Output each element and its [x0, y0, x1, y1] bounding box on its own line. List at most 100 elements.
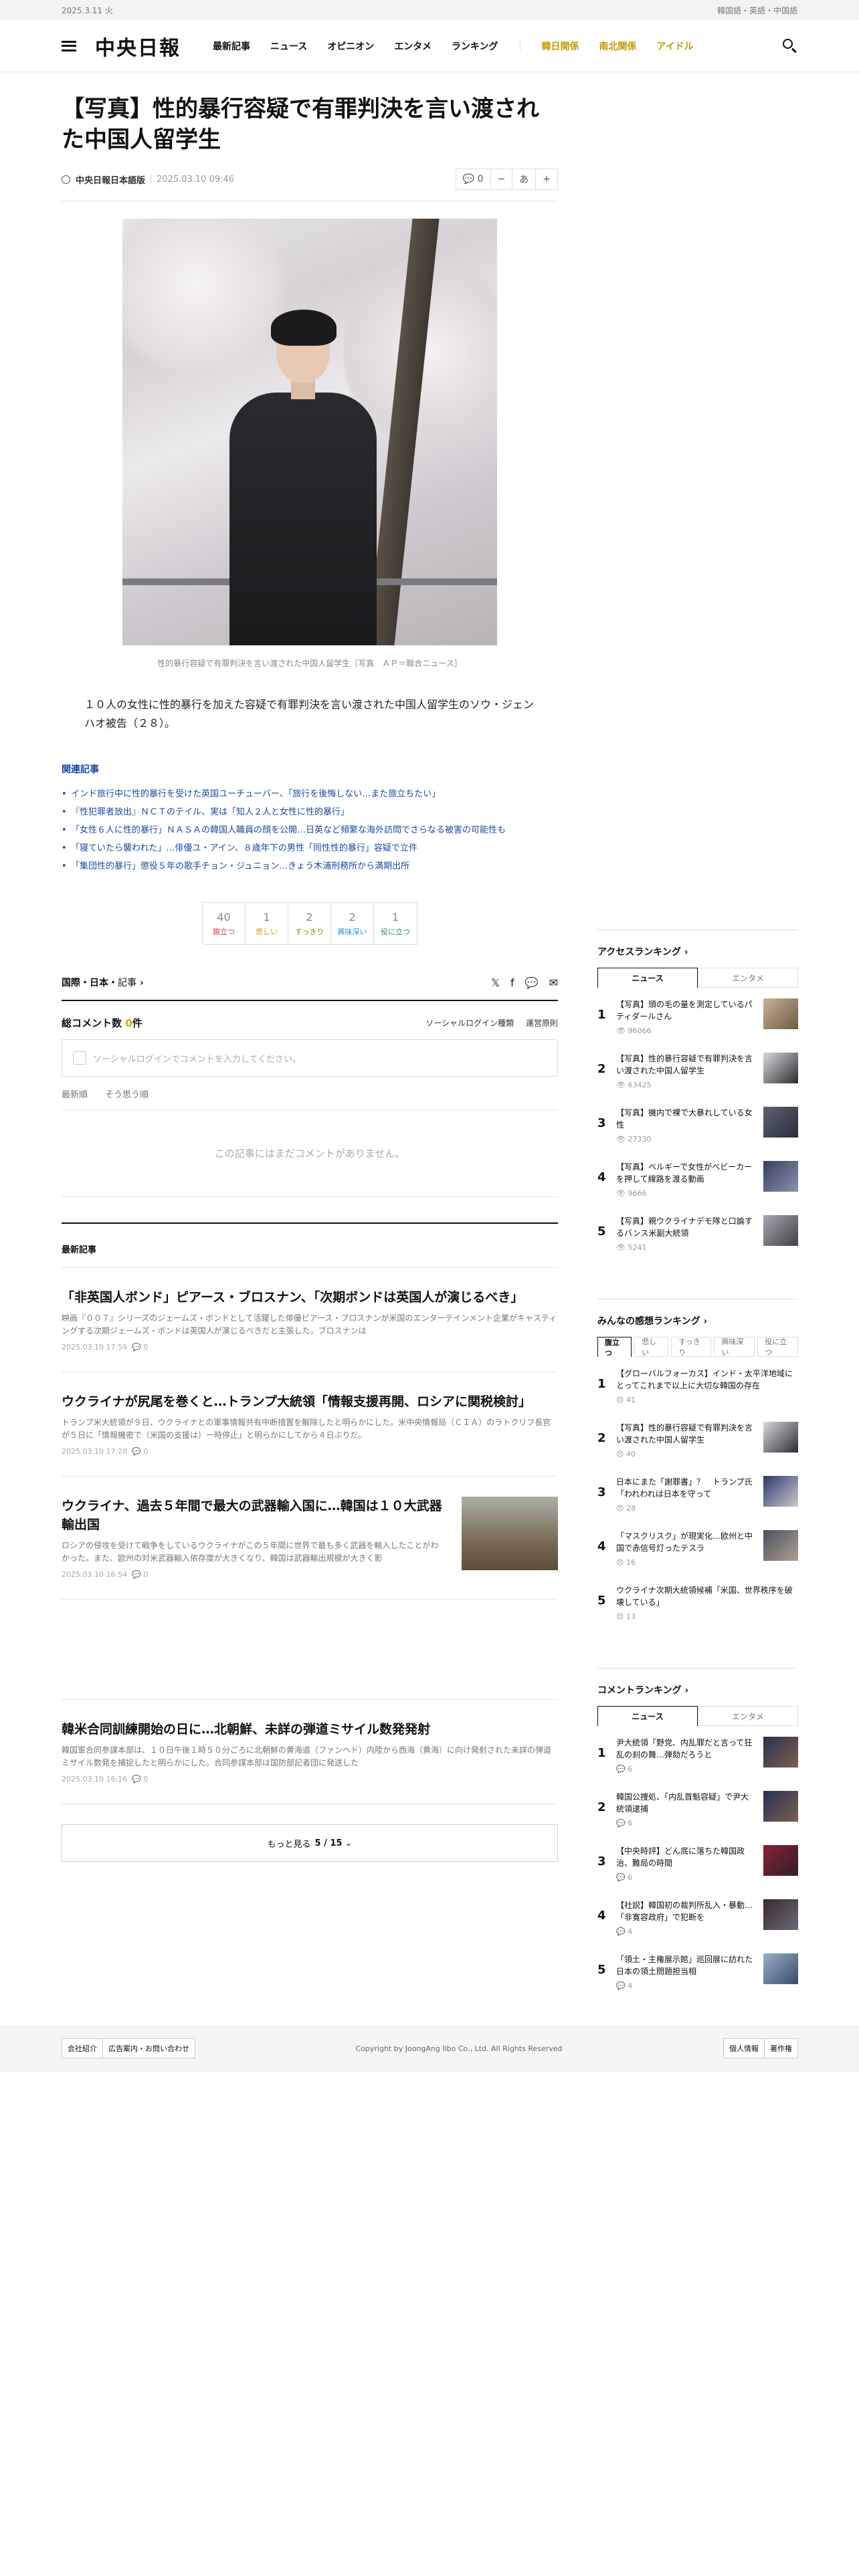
main-nav: 最新記事 ニュース オピニオン エンタメ ランキング 韓日関係 南北関係 アイド…	[213, 39, 694, 53]
ad-space	[62, 1600, 558, 1700]
ranking-item[interactable]: 3 日本にまた「謝罪書」？ トランプ氏「われわれは日本を守って 😠 28	[597, 1465, 798, 1519]
font-size-label: あ	[512, 169, 537, 189]
nav-korea-japan[interactable]: 韓日関係	[542, 39, 579, 53]
reaction-bar: 40 腹立つ 1 悲しい 2 すっきり 2 興味深い 1 役に立つ	[62, 902, 558, 945]
more-button[interactable]: もっと見る 5 / 15 ⌄	[62, 1824, 558, 1862]
article-author: 中央日報日本語版	[76, 175, 146, 186]
latest-article[interactable]: 韓米合同訓練開始の日に…北朝鮮、未詳の弾道ミサイル数発発射 韓国軍合同参謀本部は…	[62, 1700, 558, 1804]
reaction-angry[interactable]: 40 腹立つ	[203, 903, 246, 944]
site-footer: 会社紹介 広告案内・お問い合わせ Copyright by JoongAng I…	[0, 2025, 859, 2072]
related-link[interactable]: 『性犯罪者放出』ＮＣＴのテイル、実は「知人２人と女性に性的暴行」	[62, 803, 558, 821]
comment-count-button[interactable]: 💬 0	[456, 169, 491, 189]
search-icon[interactable]	[783, 39, 797, 53]
x-share-icon[interactable]: 𝕏	[491, 976, 500, 989]
reaction-helpful[interactable]: 1 役に立つ	[374, 903, 417, 944]
nav-ranking[interactable]: ランキング	[452, 39, 498, 53]
sort-agree[interactable]: そう思う順	[105, 1087, 149, 1100]
font-increase-button[interactable]: +	[536, 169, 557, 189]
tab-entertainment[interactable]: エンタメ	[698, 968, 798, 988]
latest-article[interactable]: ウクライナが尻尾を巻くと…トランプ大統領「情報支援再開、ロシアに関税検討」 トラ…	[62, 1372, 558, 1477]
chat-share-icon[interactable]: 💬	[525, 976, 539, 989]
ranking-item[interactable]: 1 尹大統領「野党、内乱罪だと言って狂乱の刹の舞…弾劾だろうと 💬 6	[597, 1726, 798, 1780]
ranking-item[interactable]: 2 韓国公捜処、「内乱首魁容疑」で尹大統領逮捕 💬 6	[597, 1780, 798, 1834]
ranking-item[interactable]: 3 【写真】機内で裸で大暴れしている女性 👁 27330	[597, 1096, 798, 1150]
ranking-item[interactable]: 1 【グローバルフォーカス】インド・太平洋地域にとってこれまで以上に大切な韓国の存…	[597, 1357, 798, 1411]
ranking-item[interactable]: 4 「マスクリスク」が現実化…欧州と中国で赤信号灯ったテスラ 😠 16	[597, 1519, 798, 1574]
operating-rules-link[interactable]: 運営原則	[526, 1017, 558, 1029]
ranking-item[interactable]: 4 【写真】ベルギーで女性がベビーカーを押して線路を渡る動画 👁 9666	[597, 1150, 798, 1204]
tab-entertainment[interactable]: エンタメ	[698, 1706, 798, 1726]
nav-opinion[interactable]: オピニオン	[327, 39, 374, 53]
section-link[interactable]: 国際・日本・記事 ›	[62, 976, 144, 989]
tab-angry[interactable]: 腹立つ	[597, 1337, 632, 1358]
reaction-sad[interactable]: 1 悲しい	[246, 903, 288, 944]
ranking-item[interactable]: 2 【写真】性的暴行容疑で有罪判決を言い渡された中国人留学生 😠 40	[597, 1411, 798, 1465]
privacy-link[interactable]: 個人情報	[723, 2038, 765, 2058]
article-column: 【写真】性的暴行容疑で有罪判決を言い渡された中国人留学生 中央日報日本語版 20…	[62, 94, 558, 1862]
comment-total: 総コメント数 0件	[62, 1017, 142, 1029]
article-thumbnail	[462, 1497, 558, 1570]
comments-empty: この記事にはまだコメントがありません。	[62, 1110, 558, 1197]
feeling-ranking-title[interactable]: みんなの感想ランキング ›	[597, 1299, 798, 1337]
site-header: 中央日報 最新記事 ニュース オピニオン エンタメ ランキング 韓日関係 南北関…	[0, 20, 859, 72]
ranking-item[interactable]: 5 「領土・主権展示館」巡回展に訪れた日本の領土問題担当相 💬 4	[597, 1943, 798, 1997]
ranking-item[interactable]: 4 【社説】韓国初の裁判所乱入・暴動…「非寛容政府」で犯断を 💬 4	[597, 1889, 798, 1943]
related-link[interactable]: 「集団性的暴行」懲役５年の歌手チョン・ジュニョン…きょう木浦刑務所から満期出所	[62, 857, 558, 875]
top-strip: 2025.3.11 火 韓国語・英語・中国語	[0, 0, 859, 20]
tab-news[interactable]: ニュース	[597, 968, 698, 988]
comment-input[interactable]: ソーシャルログインでコメントを入力してください。	[62, 1039, 558, 1077]
nav-idol[interactable]: アイドル	[657, 39, 694, 53]
sort-latest[interactable]: 最新順	[62, 1087, 88, 1100]
article-photo	[122, 219, 497, 645]
article-title: 【写真】性的暴行容疑で有罪判決を言い渡された中国人留学生	[62, 96, 539, 153]
comment-ranking: コメントランキング › ニュース エンタメ 1 尹大統領「野党、内乱罪だと言って狂…	[597, 1668, 798, 1997]
article-meta: 中央日報日本語版 2025.03.10 09:46 💬 0 − あ +	[62, 169, 558, 201]
comments-header: 総コメント数 0件 ソーシャルログイン種類 運営原則	[62, 1016, 558, 1030]
tab-helpful[interactable]: 役に立つ	[757, 1337, 798, 1357]
font-decrease-button[interactable]: −	[491, 169, 513, 189]
nav-news[interactable]: ニュース	[270, 39, 307, 53]
related-link[interactable]: 「女性６人に性的暴行」ＮＡＳＡの韓国人職員の顔を公開…日英など頻繁な海外訪問でさ…	[62, 821, 558, 839]
tab-sad[interactable]: 悲しい	[634, 1337, 669, 1357]
latest-title: 最新記事	[62, 1222, 558, 1268]
comment-icon: 💬	[462, 174, 478, 185]
copyright-icon	[62, 175, 70, 184]
latest-article[interactable]: 「非英国人ボンド」ピアース・ブロスナン、「次期ボンドは英国人が演じるべき」 映画…	[62, 1268, 558, 1372]
login-icon	[73, 1051, 86, 1065]
reaction-relieved[interactable]: 2 すっきり	[288, 903, 331, 944]
page: { "topbar": {"date": "2025.3.11 火", "lan…	[0, 0, 859, 2576]
access-ranking-title[interactable]: アクセスランキング ›	[597, 930, 798, 968]
reaction-interesting[interactable]: 2 興味深い	[331, 903, 374, 944]
facebook-share-icon[interactable]: f	[510, 976, 514, 989]
menu-icon[interactable]	[62, 40, 76, 51]
nav-entertainment[interactable]: エンタメ	[394, 39, 432, 53]
ad-contact-link[interactable]: 広告案内・お問い合わせ	[102, 2038, 195, 2058]
related-articles: 関連記事 インド旅行中に性的暴行を受けた英国ユーチューバー、「旅行を後悔しない……	[62, 762, 558, 875]
nav-north-south[interactable]: 南北関係	[599, 39, 637, 53]
ranking-item[interactable]: 2 【写真】性的暴行容疑で有罪判決を言い渡された中国人留学生 👁 63425	[597, 1042, 798, 1096]
ranking-item[interactable]: 3 【中央時評】どん底に落ちた韓国政治、難局の時間 💬 6	[597, 1834, 798, 1889]
ranking-item[interactable]: 5 ウクライナ次期大統領候補「米国、世界秩序を破壊している」 😠 13	[597, 1574, 798, 1628]
related-title: 関連記事	[62, 764, 99, 775]
feeling-ranking: みんなの感想ランキング › 腹立つ 悲しい すっきり 興味深い 役に立つ 1 【グ…	[597, 1299, 798, 1628]
tab-news[interactable]: ニュース	[597, 1706, 698, 1726]
article-date: 2025.03.10 09:46	[157, 174, 235, 185]
related-link[interactable]: インド旅行中に性的暴行を受けた英国ユーチューバー、「旅行を後悔しない…また旅立ち…	[62, 785, 558, 803]
photo-caption: 性的暴行容疑で有罪判決を言い渡された中国人留学生［写真 ＡＰ＝聯合ニュース］	[157, 659, 462, 668]
article-tools: 💬 0 − あ +	[455, 169, 558, 190]
ranking-item[interactable]: 1 【写真】頭の毛の量を測定しているパティダールさん 👁 96066	[597, 988, 798, 1042]
related-link[interactable]: 「寝ていたら襲われた」…俳優ユ・アイン、８歳年下の男性「同性性的暴行」容疑で立件	[62, 839, 558, 857]
copyright-link[interactable]: 著作権	[764, 2038, 798, 2058]
ranking-item[interactable]: 5 【写真】親ウクライナデモ隊と口論するバンス米副大統領 👁 5241	[597, 1204, 798, 1259]
latest-article[interactable]: ウクライナ、過去５年間で最大の武器輸入国に…韓国は１０大武器輸出国 ロシアの侵攻…	[62, 1477, 558, 1600]
social-login-types[interactable]: ソーシャルログイン種類	[425, 1017, 514, 1029]
language-links[interactable]: 韓国語・英語・中国語	[717, 5, 797, 16]
comment-ranking-title[interactable]: コメントランキング ›	[597, 1668, 798, 1706]
tab-interesting[interactable]: 興味深い	[714, 1337, 755, 1357]
site-logo[interactable]: 中央日報	[95, 31, 181, 61]
access-ranking: アクセスランキング › ニュース エンタメ 1 【写真】頭の毛の量を測定しているパ…	[597, 930, 798, 1259]
tab-relieved[interactable]: すっきり	[671, 1337, 712, 1357]
mail-share-icon[interactable]: ✉	[549, 976, 558, 989]
company-link[interactable]: 会社紹介	[62, 2038, 103, 2058]
nav-latest[interactable]: 最新記事	[213, 39, 250, 53]
